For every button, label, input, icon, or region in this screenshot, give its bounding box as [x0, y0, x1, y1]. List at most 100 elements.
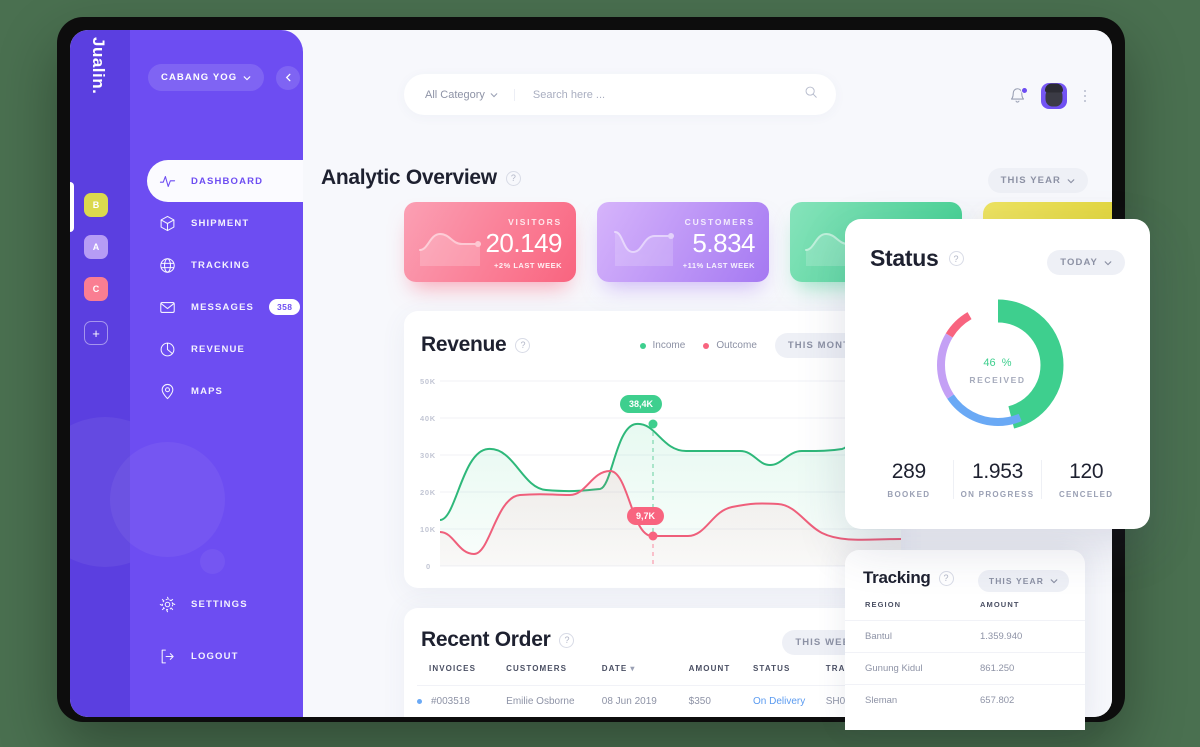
overview-range-selector[interactable]: THIS YEAR [987, 168, 1088, 193]
sidebar-item-messages[interactable]: MESSAGES 358 [130, 286, 303, 328]
sidebar-decoration-small [200, 549, 225, 574]
status-stat-canceled: 120 CENCELED [1041, 460, 1130, 499]
more-vertical-icon[interactable] [1082, 88, 1089, 105]
revenue-card: Revenue ? Income Outcome THIS MONTH 50K … [404, 311, 901, 588]
cell-customer: Emilie Osborne [506, 685, 602, 717]
cell-amount: $350 [688, 685, 753, 717]
help-icon[interactable]: ? [948, 251, 964, 266]
table-row[interactable]: Gunung Kidul 861.250 [845, 652, 1085, 685]
stat-value: 5.834 [692, 228, 755, 258]
status-stat-on-progress: 1.953 ON PROGRESS [952, 460, 1042, 499]
tracking-range-label: THIS YEAR [988, 576, 1044, 586]
rail-active-indicator [70, 182, 74, 232]
table-header-row: INVOICES CUSTOMERS DATE▾ AMOUNT STATUS T… [417, 664, 888, 686]
topbar-actions [1009, 83, 1089, 109]
category-label: All Category [425, 88, 485, 101]
notification-dot [1020, 87, 1028, 94]
table-row[interactable]: Sleman 657.802 [845, 684, 1085, 716]
pie-chart-icon [159, 341, 176, 358]
stat-label: BOOKED [887, 490, 931, 499]
sidebar-item-label: SETTINGS [191, 598, 248, 610]
col-amount[interactable]: AMOUNT [980, 600, 1085, 621]
y-tick-label: 40K [420, 414, 436, 423]
search-icon[interactable] [804, 85, 818, 104]
cell-date: 08 Jun 2019 [601, 685, 689, 717]
donut-caption: RECEIVED [969, 374, 1026, 385]
sidebar-item-settings[interactable]: SETTINGS [130, 583, 303, 625]
avatar[interactable] [1040, 83, 1067, 109]
stat-card-visitors[interactable]: VISITORS 20.149 +2% LAST WEEK [404, 202, 576, 282]
messages-badge: 358 [269, 299, 301, 315]
col-region[interactable]: REGION [845, 600, 980, 621]
stat-label: ON PROGRESS [960, 490, 1035, 499]
col-status[interactable]: STATUS [753, 664, 826, 686]
col-invoices[interactable]: INVOICES [417, 664, 506, 686]
globe-icon [159, 257, 176, 274]
cell-region: Gunung Kidul [845, 652, 980, 685]
gear-icon [159, 596, 176, 613]
tooltip-income: 38,4K [620, 395, 663, 413]
status-stat-row: 289 BOOKED 1.953 ON PROGRESS 120 CENCELE… [865, 460, 1130, 499]
sidebar-item-revenue[interactable]: REVENUE [130, 328, 303, 370]
tracking-range-selector[interactable]: THIS YEAR [977, 570, 1069, 592]
search-input[interactable] [532, 88, 804, 101]
legend-label: Outcome [716, 340, 757, 351]
status-card: Status ? TODAY 46 % RECEIVED 289 BOOKED … [845, 219, 1150, 529]
rail-workspace-a[interactable]: A [84, 235, 108, 259]
status-stat-booked: 289 BOOKED [865, 460, 953, 499]
add-workspace-button[interactable]: + [84, 321, 108, 345]
chevron-down-icon [243, 75, 251, 80]
help-icon[interactable]: ? [559, 632, 575, 648]
status-header: Status ? [870, 245, 964, 272]
status-donut-chart: 46 % RECEIVED [924, 291, 1072, 439]
y-tick-label: 10K [420, 525, 436, 534]
revenue-chart: 50K 40K 30K 20K 10K 0 38,4K 9,7K [404, 373, 901, 573]
sidebar-item-maps[interactable]: MAPS [130, 370, 303, 412]
help-icon[interactable]: ? [938, 570, 954, 586]
help-icon[interactable]: ? [515, 337, 531, 353]
legend-label: Income [652, 340, 686, 351]
chevron-left-icon [285, 73, 291, 82]
sidebar-item-label: MAPS [191, 385, 224, 397]
sidebar-item-shipment[interactable]: SHIPMENT [130, 202, 303, 244]
donut-percent: 46 % [983, 356, 1012, 369]
cell-status: On Delivery [753, 685, 826, 717]
table-row[interactable]: Bantul 1.359.940 [845, 620, 1085, 653]
sidebar-item-tracking[interactable]: TRACKING [130, 244, 303, 286]
search-bar: All Category [404, 74, 836, 115]
tracking-title: Tracking [863, 568, 931, 587]
category-select[interactable]: All Category [425, 88, 515, 101]
stat-label: CENCELED [1058, 490, 1114, 499]
help-icon[interactable]: ? [505, 170, 521, 186]
stat-value: 289 [891, 460, 926, 483]
chevron-down-icon: ▾ [630, 664, 636, 673]
sidebar-item-logout[interactable]: LOGOUT [130, 635, 303, 677]
col-customers[interactable]: CUSTOMERS [506, 664, 602, 686]
tracking-table: REGION AMOUNT Bantul 1.359.940 Gunung Ki… [845, 600, 1085, 716]
stat-value: 20.149 [485, 228, 562, 258]
overview-range-label: THIS YEAR [1000, 175, 1061, 186]
col-amount[interactable]: AMOUNT [689, 664, 753, 686]
donut-center-label: 46 % RECEIVED [924, 291, 1072, 439]
table-row[interactable]: #003518 Emilie Osborne 08 Jun 2019 $350 … [417, 685, 888, 717]
notifications-button[interactable] [1009, 87, 1028, 105]
branch-selector[interactable]: CABANG YOG [148, 64, 265, 91]
cell-amount: 1.359.940 [980, 620, 1085, 653]
col-date[interactable]: DATE ▾ [602, 664, 689, 686]
rail-workspace-c[interactable]: C [84, 277, 108, 301]
tracking-header: Tracking ? [863, 568, 954, 588]
cell-invoice: #003518 [417, 685, 507, 717]
stat-delta: +11% LAST WEEK [682, 261, 755, 270]
stat-label: CUSTOMERS [684, 217, 755, 227]
legend-income: Income [639, 340, 686, 351]
rail-workspace-b[interactable]: B [84, 193, 108, 217]
sidebar-item-dashboard[interactable]: DASHBOARD [147, 160, 303, 202]
stat-card-customers[interactable]: CUSTOMERS 5.834 +11% LAST WEEK [597, 202, 769, 282]
stat-delta: +2% LAST WEEK [494, 261, 562, 270]
legend-outcome: Outcome [703, 340, 757, 351]
status-range-selector[interactable]: TODAY [1047, 250, 1125, 275]
sidebar-collapse-button[interactable] [276, 65, 301, 90]
chevron-down-icon [1104, 260, 1112, 265]
sidebar-item-label: LOGOUT [191, 650, 239, 662]
box-icon [159, 215, 176, 232]
